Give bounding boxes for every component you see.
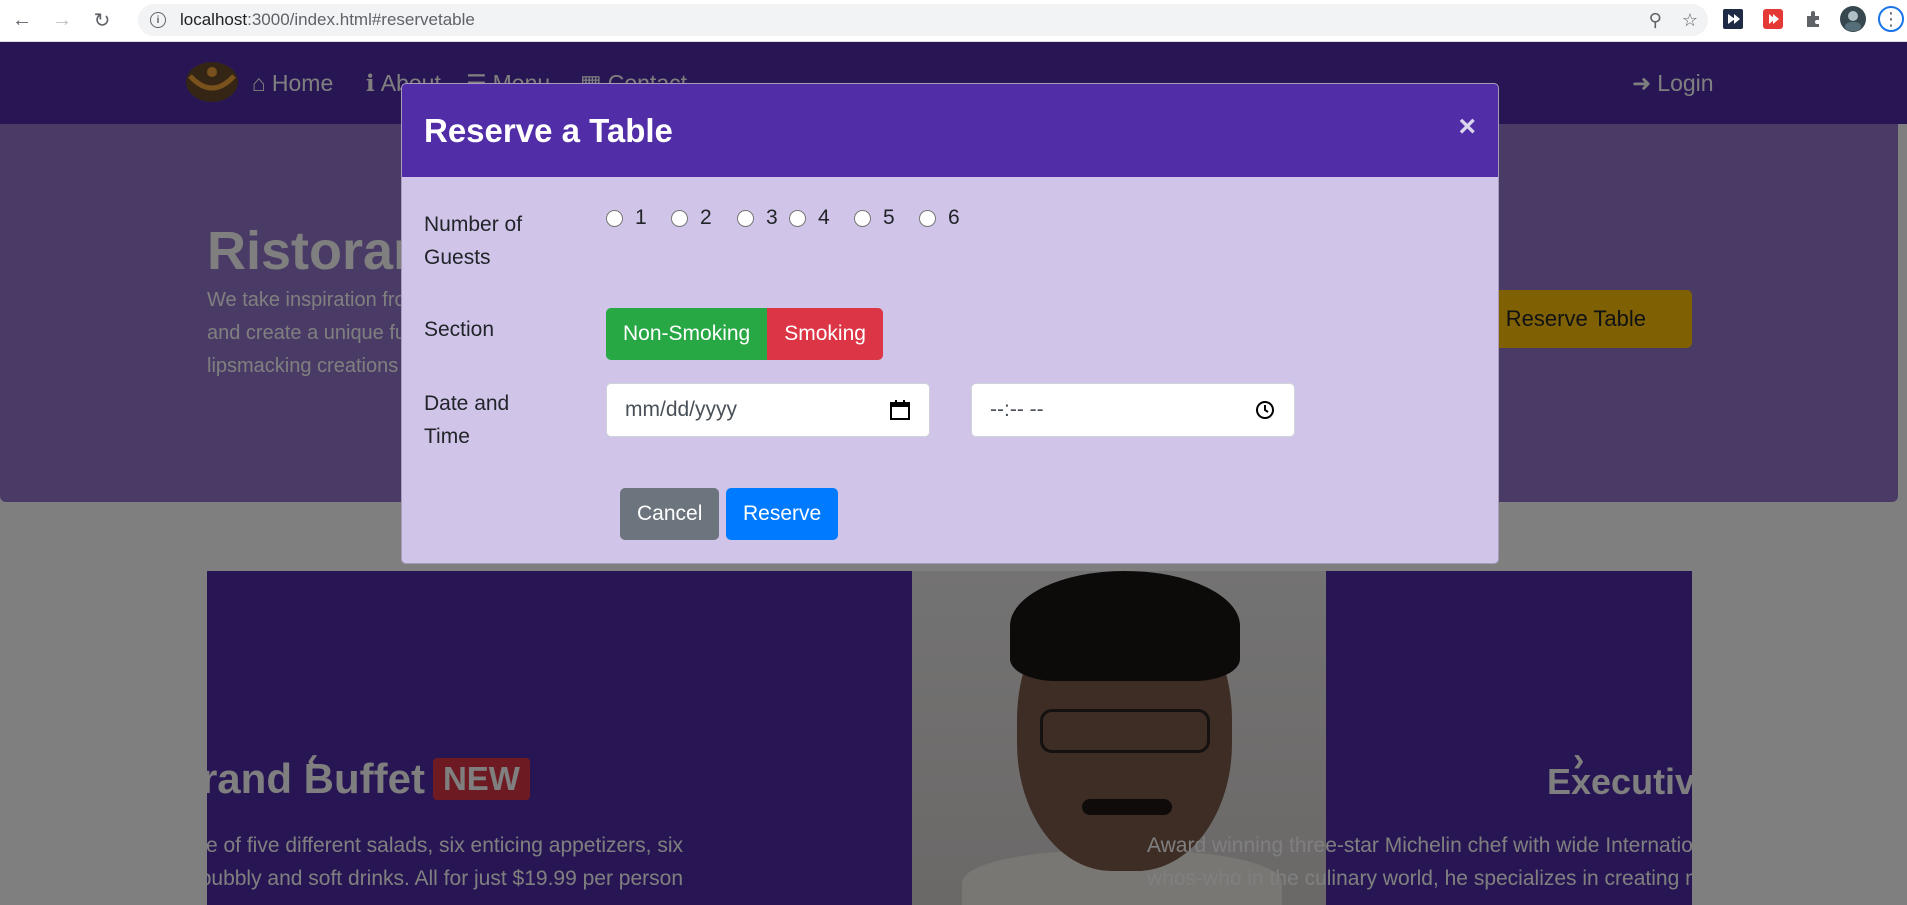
radio-button[interactable] (919, 209, 936, 227)
url-host: localhost (180, 10, 248, 29)
reserve-modal: Reserve a Table × Number of Guests 1 2 3… (401, 83, 1499, 564)
guest-option-label: 4 (818, 206, 830, 229)
calendar-icon[interactable] (889, 399, 911, 421)
close-icon[interactable]: × (1458, 110, 1476, 144)
datetime-label: Date and Time (424, 392, 510, 448)
arrow-right-icon[interactable]: → (44, 3, 80, 39)
address-bar[interactable]: i localhost:3000/index.html#reservetable… (138, 4, 1708, 36)
guest-option-1[interactable]: 1 (606, 206, 647, 230)
date-input[interactable]: mm/dd/yyyy (606, 383, 930, 437)
url-text: localhost:3000/index.html#reservetable (180, 10, 475, 30)
star-icon[interactable]: ☆ (1682, 10, 1698, 31)
video-extension-icon[interactable] (1760, 6, 1786, 32)
clock-icon[interactable] (1254, 399, 1276, 421)
guest-option-4[interactable]: 4 (789, 206, 830, 230)
url-path: :3000/index.html#reservetable (247, 10, 475, 29)
time-placeholder: --:-- -- (990, 398, 1044, 421)
guest-option-label: 5 (883, 206, 895, 229)
arrow-left-icon[interactable]: ← (4, 3, 40, 39)
guest-option-label: 3 (766, 206, 778, 229)
guest-option-3[interactable]: 3 (737, 206, 778, 230)
omnibox-actions: ⚲ ☆ (1649, 4, 1698, 36)
cancel-button[interactable]: Cancel (620, 488, 720, 540)
section-toggle: Non-Smoking Smoking (606, 308, 883, 360)
non-smoking-button[interactable]: Non-Smoking (606, 308, 768, 360)
radio-button[interactable] (854, 209, 871, 227)
menu-dots-icon[interactable]: ⋮ (1878, 6, 1904, 32)
guest-option-5[interactable]: 5 (854, 206, 895, 230)
reload-icon[interactable]: ↻ (84, 3, 120, 39)
guest-option-2[interactable]: 2 (671, 206, 712, 230)
radio-button[interactable] (671, 209, 688, 227)
site-info-icon[interactable]: i (150, 12, 166, 28)
smoking-button[interactable]: Smoking (767, 308, 883, 360)
radio-button[interactable] (606, 209, 623, 227)
guest-option-label: 1 (635, 206, 647, 229)
guest-option-6[interactable]: 6 (919, 206, 960, 230)
reserve-button[interactable]: Reserve (726, 488, 839, 540)
profile-avatar[interactable] (1840, 6, 1866, 32)
time-input[interactable]: --:-- -- (971, 383, 1295, 437)
radio-button[interactable] (789, 209, 806, 227)
extension-icon[interactable] (1720, 6, 1746, 32)
modal-title: Reserve a Table (424, 111, 673, 149)
radio-button[interactable] (737, 209, 754, 227)
guest-option-label: 2 (700, 206, 712, 229)
puzzle-icon[interactable] (1800, 6, 1826, 32)
browser-toolbar: ← → ↻ i localhost:3000/index.html#reserv… (0, 0, 1907, 42)
date-placeholder: mm/dd/yyyy (625, 398, 738, 421)
guests-label: Number of Guests (424, 213, 523, 269)
section-label: Section (424, 318, 495, 341)
zoom-icon[interactable]: ⚲ (1649, 10, 1662, 31)
modal-header: Reserve a Table × (402, 84, 1498, 177)
guest-option-label: 6 (948, 206, 960, 229)
